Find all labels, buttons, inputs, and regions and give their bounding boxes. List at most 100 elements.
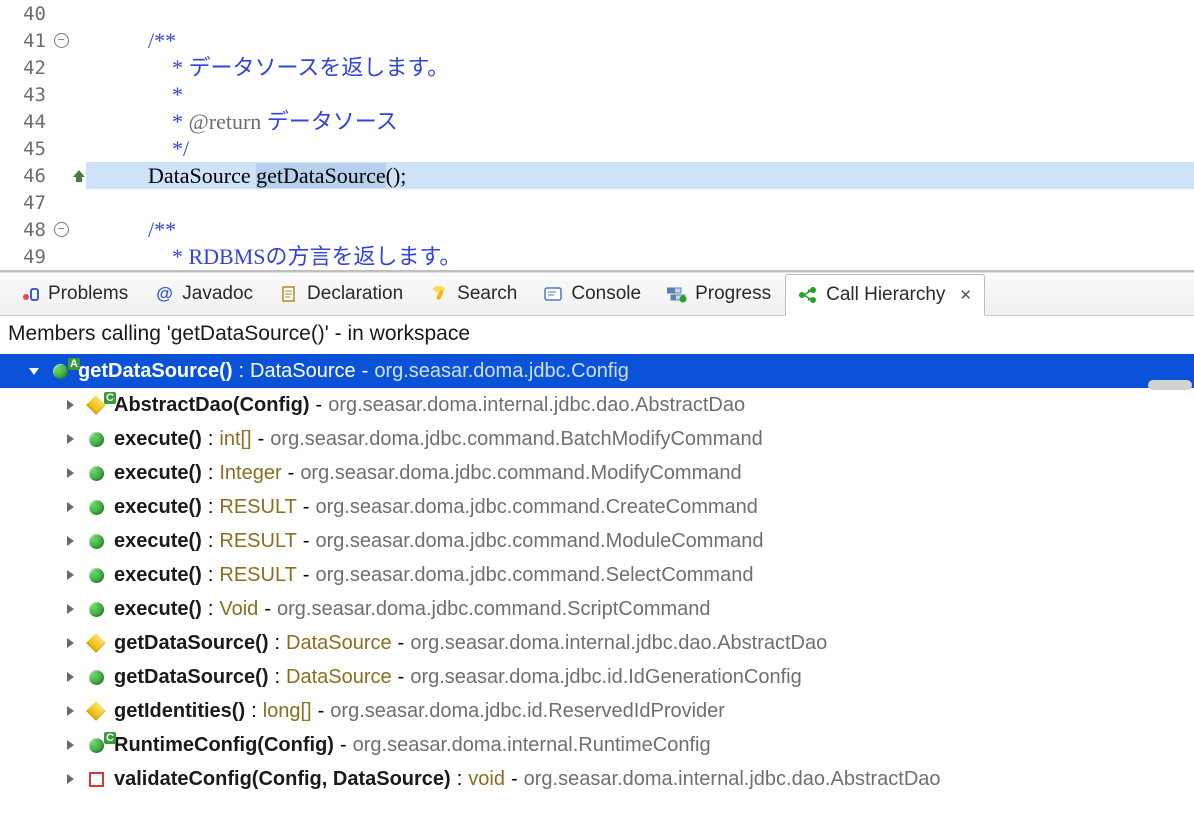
- callhierarchy-icon: [798, 285, 818, 305]
- hierarchy-node[interactable]: execute() : Integer - org.seasar.doma.jd…: [0, 456, 1194, 490]
- hierarchy-node[interactable]: CRuntimeConfig(Config) - org.seasar.doma…: [0, 728, 1194, 762]
- package-name: org.seasar.doma.jdbc.command.ScriptComma…: [277, 598, 711, 621]
- member-icon: [84, 772, 108, 787]
- package-name: org.seasar.doma.jdbc.command.BatchModify…: [270, 428, 762, 451]
- return-type: DataSource: [286, 632, 392, 655]
- member-icon: [84, 466, 108, 481]
- return-type: DataSource: [286, 666, 392, 689]
- search-icon: [429, 284, 449, 304]
- package-name: org.seasar.doma.internal.jdbc.dao.Abstra…: [410, 632, 827, 655]
- expand-icon[interactable]: [62, 535, 78, 547]
- package-name: org.seasar.doma.internal.jdbc.dao.Abstra…: [524, 768, 941, 791]
- hierarchy-node[interactable]: getDataSource() : DataSource - org.seasa…: [0, 626, 1194, 660]
- hierarchy-node[interactable]: execute() : int[] - org.seasar.doma.jdbc…: [0, 422, 1194, 456]
- tab-label: Declaration: [307, 283, 403, 305]
- line-number: 41: [0, 30, 50, 52]
- hierarchy-node[interactable]: execute() : Void - org.seasar.doma.jdbc.…: [0, 592, 1194, 626]
- expand-icon[interactable]: [62, 773, 78, 785]
- code-line[interactable]: [86, 189, 1194, 216]
- hierarchy-node[interactable]: execute() : RESULT - org.seasar.doma.jdb…: [0, 490, 1194, 524]
- code-line[interactable]: */: [86, 135, 1194, 162]
- tree-scrollbar[interactable]: [1148, 380, 1192, 390]
- code-line[interactable]: * @return データソース: [86, 108, 1194, 135]
- tab-problems[interactable]: Problems: [8, 274, 140, 314]
- code-token: ();: [386, 163, 407, 188]
- badge-C: C: [104, 732, 116, 744]
- expand-icon[interactable]: [62, 433, 78, 445]
- return-type: long[]: [263, 700, 312, 723]
- fold-minus-icon: −: [54, 33, 69, 48]
- code-token: * データソースを返します。: [172, 55, 449, 80]
- code-line[interactable]: * データソースを返します。: [86, 54, 1194, 81]
- expand-icon[interactable]: [62, 603, 78, 615]
- expand-icon[interactable]: [62, 739, 78, 751]
- code-editor[interactable]: 4041−42434445464748−49 /*** データソースを返します。…: [0, 0, 1194, 272]
- code-line[interactable]: [86, 0, 1194, 27]
- code-line[interactable]: /**: [86, 216, 1194, 243]
- hierarchy-node[interactable]: AgetDataSource() : DataSource - org.seas…: [0, 354, 1194, 388]
- code-line[interactable]: *: [86, 81, 1194, 108]
- gutter-row: 41−: [0, 27, 86, 54]
- tab-label: Progress: [695, 283, 771, 305]
- return-type: RESULT: [219, 564, 296, 587]
- hierarchy-node[interactable]: validateConfig(Config, DataSource) : voi…: [0, 762, 1194, 796]
- hierarchy-node[interactable]: getIdentities() : long[] - org.seasar.do…: [0, 694, 1194, 728]
- package-name: org.seasar.doma.jdbc.command.SelectComma…: [315, 564, 753, 587]
- line-number: 48: [0, 219, 50, 241]
- tab-javadoc[interactable]: @Javadoc: [142, 274, 265, 314]
- hierarchy-node[interactable]: getDataSource() : DataSource - org.seasa…: [0, 660, 1194, 694]
- close-icon[interactable]: ✕: [959, 286, 972, 304]
- package-name: org.seasar.doma.internal.RuntimeConfig: [353, 734, 711, 757]
- member-icon: C: [84, 398, 108, 412]
- gutter-row: 47: [0, 189, 86, 216]
- expand-icon[interactable]: [62, 705, 78, 717]
- gutter-row: 45: [0, 135, 86, 162]
- package-name: org.seasar.doma.jdbc.Config: [374, 360, 629, 383]
- gutter-row: 48−: [0, 216, 86, 243]
- expand-icon[interactable]: [62, 637, 78, 649]
- override-icon: [73, 170, 85, 182]
- expand-icon[interactable]: [62, 569, 78, 581]
- expand-icon[interactable]: [62, 399, 78, 411]
- expand-icon[interactable]: [62, 501, 78, 513]
- tab-progress[interactable]: Progress: [655, 274, 783, 314]
- hierarchy-node[interactable]: CAbstractDao(Config) - org.seasar.doma.i…: [0, 388, 1194, 422]
- tab-callhierarchy[interactable]: Call Hierarchy✕: [785, 274, 985, 316]
- package-name: org.seasar.doma.jdbc.command.CreateComma…: [315, 496, 757, 519]
- collapse-icon[interactable]: [26, 365, 42, 377]
- member-name: execute(): [114, 428, 202, 451]
- code-token: *: [172, 82, 183, 107]
- gutter-row: 44: [0, 108, 86, 135]
- console-icon: [543, 284, 563, 304]
- gutter-marker: [72, 170, 86, 182]
- gutter-row: 42: [0, 54, 86, 81]
- code-line[interactable]: * RDBMSの方言を返します。: [86, 243, 1194, 270]
- hierarchy-node[interactable]: execute() : RESULT - org.seasar.doma.jdb…: [0, 558, 1194, 592]
- expand-icon[interactable]: [62, 467, 78, 479]
- code-token: */: [172, 136, 189, 161]
- expand-icon[interactable]: [62, 671, 78, 683]
- return-type: void: [468, 768, 505, 791]
- member-icon: A: [48, 364, 72, 379]
- view-tabbar: Problems@Javadoc Declaration SearchConsole…: [0, 273, 1194, 316]
- member-name: getDataSource(): [78, 360, 232, 383]
- member-icon: [84, 636, 108, 650]
- member-name: AbstractDao(Config): [114, 394, 310, 417]
- hierarchy-node[interactable]: execute() : RESULT - org.seasar.doma.jdb…: [0, 524, 1194, 558]
- code-line[interactable]: /**: [86, 27, 1194, 54]
- call-hierarchy-tree[interactable]: AgetDataSource() : DataSource - org.seas…: [0, 354, 1194, 796]
- member-icon: C: [84, 738, 108, 753]
- line-number: 44: [0, 111, 50, 133]
- member-name: RuntimeConfig(Config): [114, 734, 334, 757]
- fold-toggle[interactable]: −: [50, 33, 72, 48]
- code-token: @return: [189, 109, 262, 134]
- code-line[interactable]: DataSource getDataSource();: [86, 162, 1194, 189]
- member-icon: [84, 704, 108, 718]
- member-name: getDataSource(): [114, 666, 268, 689]
- tab-search[interactable]: Search: [417, 274, 529, 314]
- fold-toggle[interactable]: −: [50, 222, 72, 237]
- badge-A: A: [68, 358, 80, 370]
- tab-declaration[interactable]: Declaration: [267, 274, 415, 314]
- member-name: execute(): [114, 530, 202, 553]
- tab-console[interactable]: Console: [531, 274, 653, 314]
